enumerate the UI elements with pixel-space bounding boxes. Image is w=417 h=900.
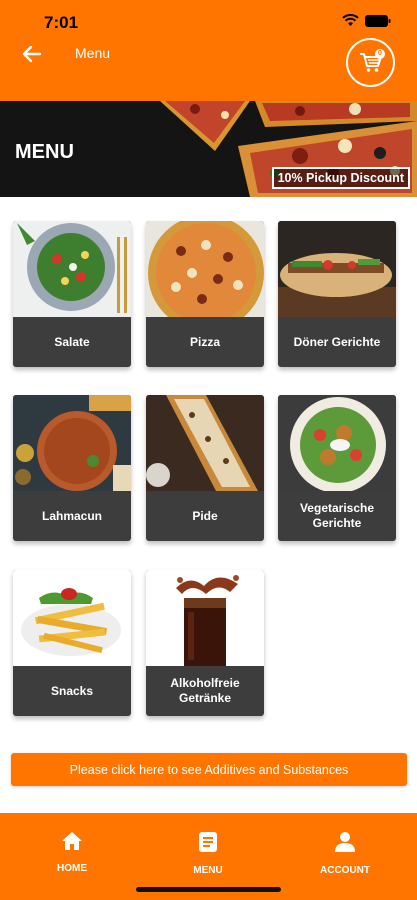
home-indicator: [136, 887, 281, 892]
category-label: Alkoholfreie Getränke: [170, 676, 240, 705]
category-label: Döner Gerichte: [293, 334, 381, 349]
category-label: Lahmacun: [41, 508, 102, 523]
category-card-doener[interactable]: Döner Gerichte: [278, 221, 396, 367]
category-card-pide[interactable]: Pide: [146, 395, 264, 541]
status-icons: [342, 14, 391, 27]
nav-label-account: ACCOUNT: [320, 865, 370, 876]
nav-account[interactable]: ACCOUNT: [295, 831, 395, 876]
nav-home[interactable]: HOME: [22, 831, 122, 874]
person-icon: [335, 832, 355, 852]
banner-title: MENU: [15, 141, 74, 163]
category-card-salate[interactable]: Salate: [13, 221, 131, 367]
category-card-getraenke[interactable]: Alkoholfreie Getränke: [146, 570, 264, 716]
app-header: 7:01 Menu 0: [0, 0, 417, 101]
category-card-pizza[interactable]: Pizza: [146, 221, 264, 367]
wifi-icon: [342, 14, 359, 26]
category-card-snacks[interactable]: Snacks: [13, 570, 131, 716]
cola-image: [146, 570, 264, 666]
doener-image: [278, 221, 396, 317]
category-card-lahmacun[interactable]: Lahmacun: [13, 395, 131, 541]
arrow-left-icon: [22, 45, 42, 63]
nav-label-home: HOME: [57, 863, 87, 874]
cart-count-badge: 0: [375, 49, 385, 59]
vegetarian-image: [278, 395, 396, 491]
page-title: Menu: [75, 45, 111, 61]
category-label: Salate: [54, 334, 90, 349]
fries-image: [13, 570, 131, 666]
pickup-discount-badge: 10% Pickup Discount: [271, 167, 410, 189]
category-grid: Salate Pizza Döner Gerichte Lahmacun Pid…: [0, 197, 417, 737]
lahmacun-image: [13, 395, 131, 491]
status-time: 7:01: [44, 13, 79, 32]
category-card-vegetarisch[interactable]: Vegetarische Gerichte: [278, 395, 396, 541]
additives-button[interactable]: Please click here to see Additives and S…: [11, 753, 407, 786]
pide-image: [146, 395, 264, 491]
category-label: Snacks: [50, 683, 94, 698]
category-label: Vegetarische Gerichte: [299, 501, 375, 530]
salad-image: [13, 221, 131, 317]
battery-icon: [365, 14, 391, 27]
category-label: Pizza: [189, 334, 220, 349]
pizza-image: [146, 221, 264, 317]
menu-document-icon: [199, 832, 217, 852]
app-screen: 7:01 Menu 0 MENU 10% Pickup Discount Sal…: [0, 0, 417, 900]
nav-menu[interactable]: MENU: [158, 831, 258, 876]
category-label: Pide: [192, 508, 218, 523]
back-button[interactable]: [20, 42, 44, 66]
cart-button[interactable]: 0: [346, 38, 395, 87]
menu-banner: MENU 10% Pickup Discount: [0, 101, 417, 197]
home-icon: [62, 832, 82, 850]
nav-label-menu: MENU: [193, 865, 223, 876]
